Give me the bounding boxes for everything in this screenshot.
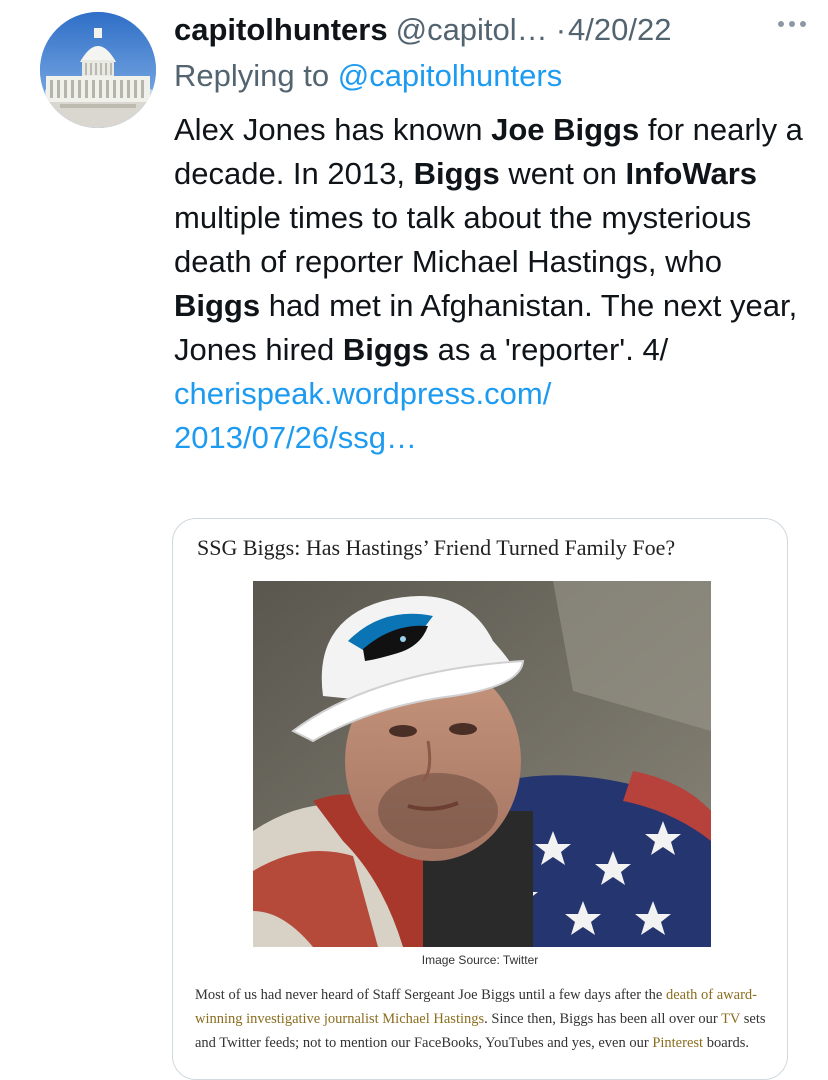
replying-prefix: Replying to	[174, 58, 330, 93]
avatar[interactable]	[40, 12, 156, 128]
user-handle[interactable]: @capitol…	[396, 10, 548, 50]
tweet-text-segment: multiple times to talk about the mysteri…	[174, 200, 752, 279]
replying-mention[interactable]: @capitolhunters	[338, 58, 562, 93]
tweet-text-highlight: Biggs	[413, 156, 500, 191]
card-title: SSG Biggs: Has Hastings’ Friend Turned F…	[197, 535, 676, 560]
display-name[interactable]: capitolhunters	[174, 10, 388, 50]
tweet-date[interactable]: 4/20/22	[568, 10, 671, 50]
replying-to: Replying to @capitolhunters	[174, 56, 562, 96]
image-caption: Image Source: Twitter	[421, 953, 539, 967]
date-separator: ·	[555, 12, 567, 47]
tweet-text-highlight: Biggs	[174, 288, 261, 323]
tweet-text-highlight: InfoWars	[625, 156, 757, 191]
link-preview-card[interactable]: SSG Biggs: Has Hastings’ Friend Turned F…	[172, 518, 788, 1080]
excerpt-text: Most of us had never heard of Staff Serg…	[195, 987, 666, 1003]
tweet-link[interactable]: cherispeak.wordpress.com/ 2013/07/26/ssg…	[174, 372, 814, 460]
tweet-text-segment: as a 'reporter'. 4/	[429, 332, 669, 367]
card-excerpt: Most of us had never heard of Staff Serg…	[195, 983, 769, 1055]
tweet-text: Alex Jones has known Joe Biggs for nearl…	[174, 108, 814, 460]
tweet-link-line2[interactable]: 2013/07/26/ssg…	[174, 420, 417, 455]
card-photo	[253, 581, 711, 947]
excerpt-text: boards.	[703, 1035, 749, 1051]
tweet-text-highlight: Joe Biggs	[491, 112, 640, 147]
tweet-text-segment: Alex Jones has known	[174, 112, 492, 147]
excerpt-link-tv[interactable]: TV	[721, 1011, 740, 1027]
tweet-header: capitolhunters @capitol… · 4/20/22	[174, 10, 814, 50]
more-icon[interactable]	[772, 4, 812, 44]
excerpt-link-pinterest[interactable]: Pinterest	[652, 1035, 703, 1051]
tweet-text-segment: went on	[499, 156, 626, 191]
tweet-text-highlight: Biggs	[342, 332, 430, 367]
tweet-link-line1[interactable]: cherispeak.wordpress.com/	[174, 376, 551, 411]
excerpt-text: . Since then, Biggs has been all over ou…	[484, 1011, 722, 1027]
